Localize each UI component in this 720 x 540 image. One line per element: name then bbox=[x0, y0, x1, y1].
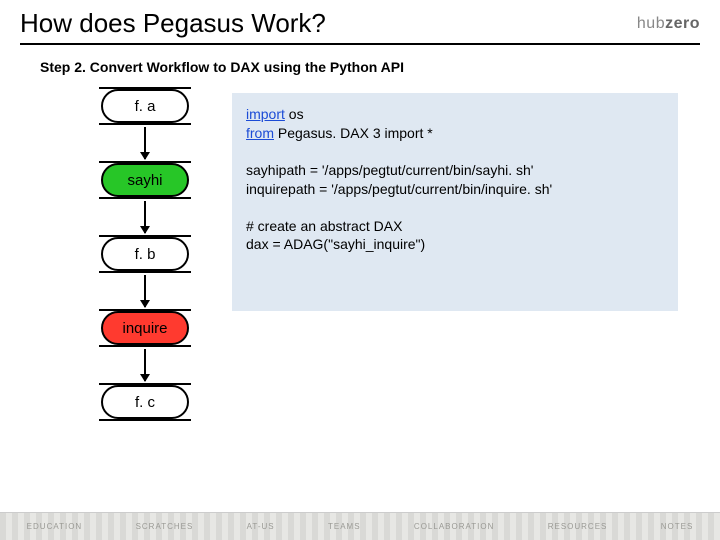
code-keyword: import bbox=[246, 106, 285, 122]
code-line: dax = ADAG("sayhi_inquire") bbox=[246, 235, 664, 254]
arrow-icon bbox=[144, 127, 146, 159]
footer-word: AT-US bbox=[247, 522, 275, 531]
logo-left: hub bbox=[637, 15, 665, 32]
footer-word: notes bbox=[661, 522, 694, 531]
workflow-diagram: f. a sayhi f. b inquire f. c bbox=[65, 89, 225, 419]
code-line: sayhipath = '/apps/pegtut/current/bin/sa… bbox=[246, 161, 664, 180]
logo-right: zero bbox=[665, 15, 700, 32]
code-keyword: from bbox=[246, 125, 274, 141]
page-title: How does Pegasus Work? bbox=[20, 8, 326, 39]
node-fa: f. a bbox=[101, 89, 189, 123]
node-fc: f. c bbox=[101, 385, 189, 419]
code-text: Pegasus. DAX 3 import * bbox=[274, 125, 433, 141]
code-snippet: import os from Pegasus. DAX 3 import * s… bbox=[232, 93, 678, 311]
step-subtitle: Step 2. Convert Workflow to DAX using th… bbox=[40, 59, 720, 75]
footer-word: TEAMS bbox=[328, 522, 361, 531]
footer-word: resources bbox=[548, 522, 608, 531]
footer-strip: EDUCATION SCRATCHES AT-US TEAMS COLLABOR… bbox=[0, 512, 720, 540]
content-area: f. a sayhi f. b inquire f. c import os f… bbox=[0, 89, 720, 509]
footer-word: SCRATCHES bbox=[136, 522, 194, 531]
arrow-icon bbox=[144, 349, 146, 381]
arrow-icon bbox=[144, 201, 146, 233]
hubzero-logo: hubzero bbox=[637, 15, 700, 33]
footer-word: EDUCATION bbox=[27, 522, 83, 531]
title-underline bbox=[20, 43, 700, 45]
code-line: inquirepath = '/apps/pegtut/current/bin/… bbox=[246, 180, 664, 199]
arrow-icon bbox=[144, 275, 146, 307]
node-inquire: inquire bbox=[101, 311, 189, 345]
footer-word: COLLABORATION bbox=[414, 522, 494, 531]
code-text: os bbox=[285, 106, 304, 122]
code-comment: # create an abstract DAX bbox=[246, 217, 664, 236]
node-sayhi: sayhi bbox=[101, 163, 189, 197]
node-fb: f. b bbox=[101, 237, 189, 271]
